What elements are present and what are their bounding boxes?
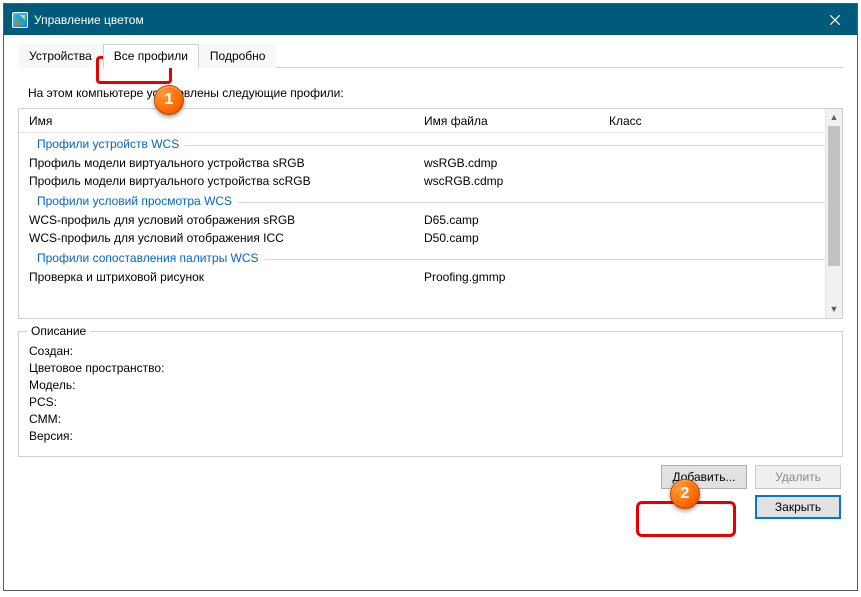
- desc-cmm: CMM:: [29, 412, 832, 426]
- annotation-badge-2: 2: [670, 479, 700, 509]
- titlebar: Управление цветом: [4, 4, 857, 35]
- tab-advanced[interactable]: Подробно: [199, 44, 277, 68]
- group-wcs-viewing[interactable]: Профили условий просмотра WCS: [19, 190, 825, 211]
- list-rows: Профили устройств WCS Профиль модели вир…: [19, 133, 825, 286]
- tab-bar: Устройства Все профили Подробно: [18, 43, 843, 68]
- list-item[interactable]: Профиль модели виртуального устройства s…: [19, 172, 825, 190]
- app-icon: [12, 12, 28, 28]
- dialog-content: Устройства Все профили Подробно На этом …: [4, 35, 857, 590]
- scroll-down-icon[interactable]: ▼: [826, 301, 842, 318]
- window-close-button[interactable]: [812, 4, 857, 35]
- dialog-footer: Закрыть: [18, 495, 843, 519]
- list-item[interactable]: Проверка и штриховой рисунок Proofing.gm…: [19, 268, 825, 286]
- tab-advanced-label: Подробно: [210, 49, 266, 63]
- list-item[interactable]: Профиль модели виртуального устройства s…: [19, 154, 825, 172]
- scroll-thumb[interactable]: [828, 126, 840, 266]
- description-group: Описание Создан: Цветовое пространство: …: [18, 331, 843, 457]
- close-button[interactable]: Закрыть: [755, 495, 841, 519]
- desc-version: Версия:: [29, 429, 832, 443]
- tab-devices[interactable]: Устройства: [18, 44, 103, 68]
- instruction-text: На этом компьютере установлены следующие…: [28, 86, 843, 100]
- profile-buttons-row: Добавить... Удалить: [18, 465, 843, 489]
- color-management-window: Управление цветом Устройства Все профили…: [3, 3, 858, 591]
- list-header: Имя Имя файла Класс: [19, 109, 825, 133]
- desc-created: Создан:: [29, 344, 832, 358]
- list-item[interactable]: WCS-профиль для условий отображения sRGB…: [19, 211, 825, 229]
- profile-list: Имя Имя файла Класс Профили устройств WC…: [18, 108, 843, 319]
- remove-button: Удалить: [755, 465, 841, 489]
- scroll-track[interactable]: [826, 126, 842, 301]
- group-wcs-gamut[interactable]: Профили сопоставления палитры WCS: [19, 247, 825, 268]
- list-item[interactable]: WCS-профиль для условий отображения ICC …: [19, 229, 825, 247]
- scroll-up-icon[interactable]: ▲: [826, 109, 842, 126]
- desc-colorspace: Цветовое пространство:: [29, 361, 832, 375]
- annotation-badge-1: 1: [154, 85, 184, 115]
- column-name[interactable]: Имя: [29, 114, 424, 128]
- window-title: Управление цветом: [34, 13, 812, 27]
- tab-all-profiles-label: Все профили: [114, 49, 188, 63]
- close-icon: [830, 15, 840, 25]
- desc-model: Модель:: [29, 378, 832, 392]
- tab-devices-label: Устройства: [29, 49, 92, 63]
- description-legend: Описание: [27, 324, 90, 338]
- column-file[interactable]: Имя файла: [424, 114, 609, 128]
- group-wcs-devices[interactable]: Профили устройств WCS: [19, 133, 825, 154]
- tab-all-profiles[interactable]: Все профили: [103, 44, 199, 68]
- list-scrollbar[interactable]: ▲ ▼: [825, 109, 842, 318]
- desc-pcs: PCS:: [29, 395, 832, 409]
- column-class[interactable]: Класс: [609, 114, 825, 128]
